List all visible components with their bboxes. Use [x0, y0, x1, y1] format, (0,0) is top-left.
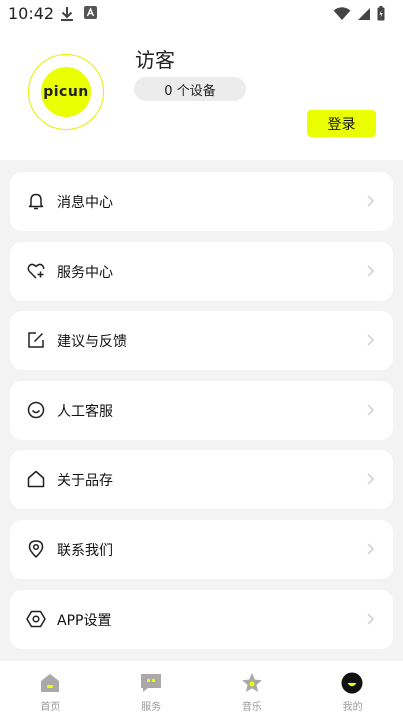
menu-item-label: 人工客服	[57, 403, 113, 420]
profile-header: picun 访客 0 个设备 登录	[0, 28, 403, 160]
menu-item-label: 服务中心	[57, 264, 113, 281]
chat-tab-icon	[140, 674, 161, 692]
menu-item-label: APP设置	[57, 612, 112, 629]
username: 访客	[135, 48, 175, 72]
status-time: 10:42	[8, 4, 55, 23]
tab-label: 首页	[40, 702, 61, 713]
chevron-right-icon	[367, 473, 375, 485]
menu-item-label: 建议与反馈	[57, 334, 127, 351]
menu-item-service[interactable]: 服务中心	[10, 241, 393, 301]
location-icon	[28, 540, 44, 558]
signal-icon	[358, 7, 370, 20]
wifi-icon	[333, 6, 351, 20]
settings-menu: 消息中心 服务中心 建议与反馈 人工客服 关于品存 联系我们 APP设置	[10, 172, 393, 659]
tab-music[interactable]: 音乐	[202, 661, 303, 718]
chevron-right-icon	[367, 265, 375, 277]
menu-item-label: 联系我们	[57, 542, 113, 559]
battery-icon	[377, 6, 385, 21]
home-tab-icon	[41, 674, 59, 692]
avatar-logo: picun	[41, 67, 91, 117]
device-count-badge[interactable]: 0 个设备	[134, 77, 246, 101]
chevron-right-icon	[367, 613, 375, 625]
menu-item-label: 消息中心	[57, 195, 113, 211]
chevron-right-icon	[367, 543, 375, 555]
menu-item-feedback[interactable]: 建议与反馈	[10, 311, 393, 371]
chevron-right-icon	[367, 404, 375, 416]
smile-icon	[27, 401, 45, 419]
menu-item-label: 关于品存	[57, 473, 113, 490]
avatar[interactable]: picun	[28, 54, 104, 130]
status-bar: 10:42	[0, 0, 403, 28]
chevron-right-icon	[367, 195, 375, 207]
status-system-icons	[333, 6, 385, 21]
tab-profile[interactable]: 我的	[302, 661, 403, 718]
menu-item-messages[interactable]: 消息中心	[10, 172, 393, 231]
menu-item-contact[interactable]: 联系我们	[10, 519, 393, 579]
download-icon	[61, 7, 73, 21]
bottom-tab-bar: 首页 服务 音乐 我的	[0, 661, 403, 718]
home-icon	[27, 471, 45, 488]
menu-item-app-settings[interactable]: APP设置	[10, 589, 393, 649]
menu-item-customer-service[interactable]: 人工客服	[10, 380, 393, 440]
star-music-tab-icon	[241, 673, 262, 692]
chevron-right-icon	[367, 334, 375, 346]
tab-home[interactable]: 首页	[0, 661, 101, 718]
login-button[interactable]: 登录	[307, 110, 376, 137]
tab-service[interactable]: 服务	[101, 661, 202, 718]
tab-label: 音乐	[241, 702, 262, 713]
tab-label: 我的	[342, 702, 363, 713]
edit-icon	[28, 332, 44, 348]
profile-tab-icon	[341, 672, 363, 694]
status-notification-icons	[60, 6, 97, 22]
settings-icon	[26, 610, 46, 627]
heart-plus-icon	[27, 263, 45, 279]
menu-item-about[interactable]: 关于品存	[10, 450, 393, 510]
app-notification-icon	[84, 6, 97, 19]
bell-icon	[28, 193, 44, 210]
tab-label: 服务	[141, 702, 162, 713]
